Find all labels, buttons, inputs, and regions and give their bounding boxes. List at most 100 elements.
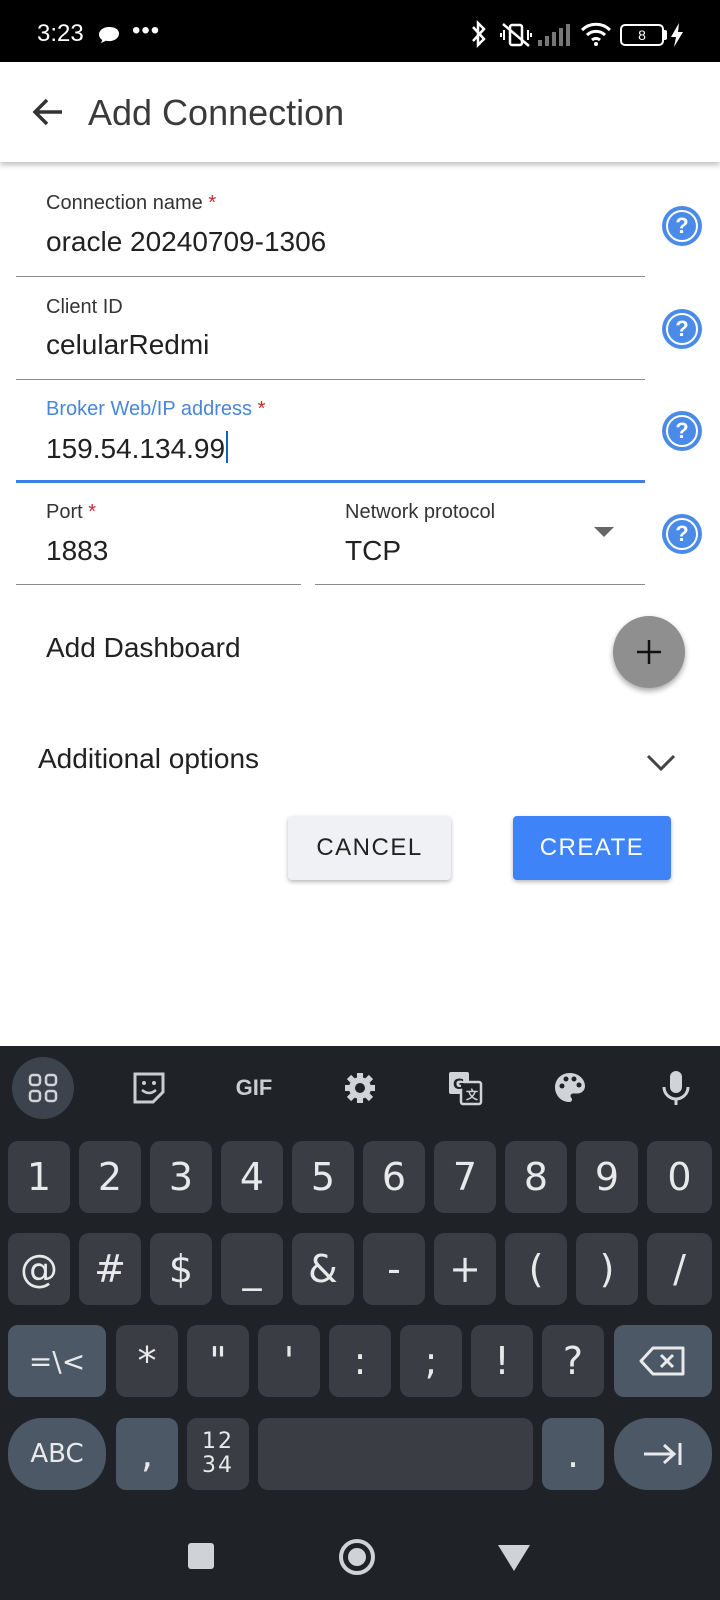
keyboard-toolbar: GIF G文 — [0, 1046, 720, 1126]
apps-grid-icon[interactable] — [12, 1057, 74, 1119]
client-id-field[interactable]: Client ID celularRedmi — [16, 281, 645, 380]
broker-address-label: Broker Web/IP address * — [46, 398, 266, 420]
key-plus[interactable]: + — [434, 1233, 496, 1305]
key-at[interactable]: @ — [8, 1233, 70, 1305]
key-hash[interactable]: # — [79, 1233, 141, 1305]
bluetooth-icon — [472, 20, 486, 48]
additional-options-toggle[interactable]: Additional options — [38, 743, 259, 775]
field-underline — [16, 584, 301, 585]
charging-bolt-icon — [671, 23, 683, 47]
tab-next-icon — [644, 1443, 682, 1465]
battery-icon: 8 — [620, 24, 664, 46]
nav-back-icon[interactable] — [498, 1545, 530, 1571]
key-3[interactable]: 3 — [150, 1141, 212, 1213]
dropdown-arrow-icon[interactable] — [594, 527, 614, 537]
field-underline — [16, 379, 645, 380]
create-button[interactable]: CREATE — [513, 816, 671, 880]
key-slash[interactable]: / — [647, 1233, 712, 1305]
broker-address-field[interactable]: Broker Web/IP address * 159.54.134.99 — [16, 383, 645, 483]
key-backspace[interactable] — [614, 1325, 712, 1397]
key-semicolon[interactable]: ; — [400, 1325, 462, 1397]
connection-name-help-icon[interactable]: ? — [662, 206, 702, 246]
key-exclamation[interactable]: ! — [471, 1325, 533, 1397]
cancel-button[interactable]: CANCEL — [288, 816, 451, 880]
key-space[interactable] — [258, 1418, 533, 1490]
key-period[interactable]: . — [542, 1418, 604, 1490]
wifi-icon — [580, 22, 612, 46]
network-protocol-label: Network protocol — [345, 501, 496, 523]
key-question[interactable]: ? — [542, 1325, 604, 1397]
add-dashboard-button[interactable] — [613, 616, 685, 688]
broker-address-input[interactable]: 159.54.134.99 — [46, 431, 229, 465]
key-6[interactable]: 6 — [363, 1141, 425, 1213]
key-4[interactable]: 4 — [221, 1141, 283, 1213]
key-8[interactable]: 8 — [505, 1141, 567, 1213]
backspace-icon — [639, 1346, 685, 1376]
vibrate-off-icon — [500, 23, 532, 47]
required-marker: * — [208, 192, 217, 214]
key-1[interactable]: 1 — [8, 1141, 70, 1213]
key-5[interactable]: 5 — [292, 1141, 354, 1213]
text-cursor — [226, 431, 229, 463]
network-protocol-value[interactable]: TCP — [345, 535, 401, 567]
port-input[interactable]: 1883 — [46, 535, 108, 567]
plus-icon — [637, 640, 661, 664]
numpad-label: 12 34 — [202, 1429, 234, 1478]
connection-name-field[interactable]: Connection name * oracle 20240709-1306 — [16, 178, 645, 277]
key-2[interactable]: 2 — [79, 1141, 141, 1213]
required-marker: * — [257, 398, 266, 420]
svg-text:文: 文 — [466, 1087, 479, 1102]
key-numpad[interactable]: 12 34 — [187, 1418, 249, 1490]
key-abc[interactable]: ABC — [8, 1418, 106, 1490]
status-time: 3:23 — [37, 20, 84, 47]
more-notifications-icon: ••• — [132, 17, 161, 44]
key-minus[interactable]: - — [363, 1233, 425, 1305]
key-open-paren[interactable]: ( — [505, 1233, 567, 1305]
app-bar: Add Connection — [0, 62, 720, 162]
key-close-paren[interactable]: ) — [576, 1233, 638, 1305]
page-title: Add Connection — [88, 92, 345, 133]
microphone-icon[interactable] — [648, 1060, 704, 1116]
key-next[interactable] — [614, 1418, 712, 1490]
field-underline — [16, 276, 645, 277]
translate-icon[interactable]: G文 — [437, 1060, 493, 1116]
key-ampersand[interactable]: & — [292, 1233, 354, 1305]
field-underline — [315, 584, 645, 585]
key-underscore[interactable]: _ — [221, 1233, 283, 1305]
home-icon[interactable] — [339, 1539, 375, 1575]
key-double-quote[interactable]: " — [187, 1325, 249, 1397]
status-bar: 3:23 ••• 8 — [0, 0, 720, 62]
field-underline-active — [16, 480, 645, 483]
key-dollar[interactable]: $ — [150, 1233, 212, 1305]
key-more-symbols[interactable]: =\< — [8, 1325, 106, 1397]
chat-bubble-icon — [99, 27, 119, 43]
key-single-quote[interactable]: ' — [258, 1325, 320, 1397]
key-9[interactable]: 9 — [576, 1141, 638, 1213]
chevron-down-icon[interactable] — [645, 752, 677, 772]
broker-address-help-icon[interactable]: ? — [662, 411, 702, 451]
key-asterisk[interactable]: * — [116, 1325, 178, 1397]
recents-icon[interactable] — [188, 1543, 214, 1569]
key-comma[interactable]: , — [116, 1418, 178, 1490]
port-field[interactable]: Port * 1883 — [16, 486, 301, 585]
gif-icon[interactable]: GIF — [226, 1060, 282, 1116]
add-dashboard-label: Add Dashboard — [46, 632, 241, 663]
client-id-help-icon[interactable]: ? — [662, 309, 702, 349]
svg-text:G: G — [453, 1077, 465, 1093]
port-label: Port * — [46, 501, 97, 523]
cellular-signal-icon — [538, 24, 570, 46]
back-arrow-icon[interactable] — [28, 92, 68, 132]
palette-icon[interactable] — [542, 1060, 598, 1116]
settings-gear-icon[interactable] — [332, 1060, 388, 1116]
client-id-label: Client ID — [46, 296, 123, 318]
key-colon[interactable]: : — [329, 1325, 391, 1397]
sticker-icon[interactable] — [121, 1060, 177, 1116]
key-0[interactable]: 0 — [647, 1141, 712, 1213]
key-7[interactable]: 7 — [434, 1141, 496, 1213]
connection-name-input[interactable]: oracle 20240709-1306 — [46, 226, 326, 258]
client-id-input[interactable]: celularRedmi — [46, 329, 209, 361]
battery-cap — [664, 30, 667, 40]
connection-name-label: Connection name * — [46, 192, 217, 214]
required-marker: * — [88, 501, 97, 523]
port-protocol-help-icon[interactable]: ? — [662, 514, 702, 554]
